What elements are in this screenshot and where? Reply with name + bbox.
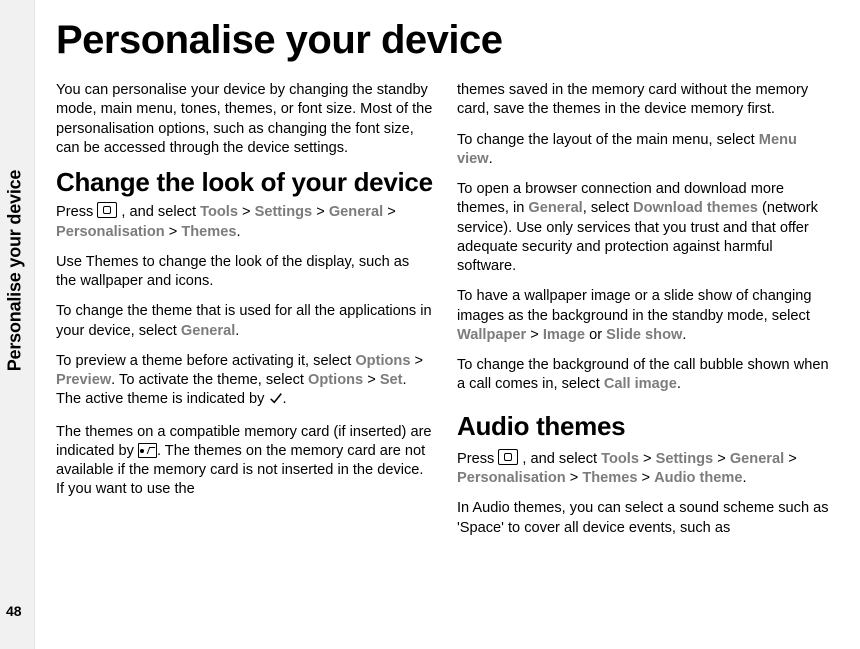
path-general: General <box>730 451 784 467</box>
sep: > <box>165 224 182 240</box>
path-tools: Tools <box>200 204 238 220</box>
sep: > <box>713 451 730 467</box>
option-options-2: Options <box>308 372 363 388</box>
option-preview: Preview <box>56 372 111 388</box>
two-column-layout: You can personalise your device by chang… <box>56 81 834 549</box>
period: . <box>677 376 681 392</box>
path-personalisation: Personalisation <box>457 470 566 486</box>
preview-theme-paragraph: To preview a theme before activating it,… <box>56 352 433 412</box>
option-general: General <box>181 323 235 339</box>
text: To preview a theme before activating it,… <box>56 353 355 369</box>
option-general: General <box>528 200 582 216</box>
menu-view-paragraph: To change the layout of the main menu, s… <box>457 131 834 170</box>
text: . To activate the theme, select <box>111 372 308 388</box>
sep: > <box>637 470 654 486</box>
sep: > <box>784 451 797 467</box>
path-themes: Themes <box>582 470 637 486</box>
checkmark-icon <box>269 391 283 411</box>
download-themes-paragraph: To open a browser connection and downloa… <box>457 180 834 276</box>
use-themes-paragraph: Use Themes to change the look of the dis… <box>56 253 433 292</box>
option-slide-show: Slide show <box>606 327 682 343</box>
option-image: Image <box>543 327 585 343</box>
left-column: You can personalise your device by chang… <box>56 81 433 549</box>
home-key-icon <box>498 449 518 465</box>
option-download-themes: Download themes <box>633 200 758 216</box>
sep: > <box>312 204 329 220</box>
memory-card-paragraph: The themes on a compatible memory card (… <box>56 423 433 500</box>
text: or <box>585 327 606 343</box>
period: . <box>236 224 240 240</box>
section-heading-change-look: Change the look of your device <box>56 169 433 196</box>
sep: > <box>383 204 396 220</box>
sep: > <box>639 451 656 467</box>
sep: > <box>363 372 380 388</box>
path-general: General <box>329 204 383 220</box>
path-audio-theme: Audio theme <box>654 470 742 486</box>
and-select-label: , and select <box>518 451 601 467</box>
period: . <box>489 151 493 167</box>
and-select-label: , and select <box>117 204 200 220</box>
wallpaper-paragraph: To have a wallpaper image or a slide sho… <box>457 287 834 345</box>
nav-path-paragraph: Press , and select Tools > Settings > Ge… <box>56 202 433 242</box>
option-wallpaper: Wallpaper <box>457 327 526 343</box>
path-personalisation: Personalisation <box>56 224 165 240</box>
call-image-paragraph: To change the background of the call bub… <box>457 356 834 395</box>
audio-nav-path-paragraph: Press , and select Tools > Settings > Ge… <box>457 449 834 489</box>
text: To change the layout of the main menu, s… <box>457 132 759 148</box>
intro-paragraph: You can personalise your device by chang… <box>56 81 433 158</box>
path-settings: Settings <box>255 204 313 220</box>
audio-themes-body: In Audio themes, you can select a sound … <box>457 499 834 538</box>
sep: > <box>566 470 583 486</box>
sep: > <box>410 353 423 369</box>
themes-saved-paragraph: themes saved in the memory card without … <box>457 81 834 120</box>
right-column: themes saved in the memory card without … <box>457 81 834 549</box>
path-tools: Tools <box>601 451 639 467</box>
text: , select <box>583 200 633 216</box>
press-label: Press <box>457 451 498 467</box>
option-set: Set <box>380 372 403 388</box>
text: To have a wallpaper image or a slide sho… <box>457 288 812 323</box>
memory-card-icon <box>138 443 157 458</box>
press-label: Press <box>56 204 97 220</box>
home-key-icon <box>97 202 117 218</box>
period: . <box>743 470 747 486</box>
path-settings: Settings <box>656 451 714 467</box>
section-heading-audio-themes: Audio themes <box>457 409 834 443</box>
change-theme-paragraph: To change the theme that is used for all… <box>56 302 433 341</box>
sep: > <box>238 204 255 220</box>
page-content: Personalise your device You can personal… <box>0 0 860 649</box>
period: . <box>235 323 239 339</box>
path-themes: Themes <box>181 224 236 240</box>
page-title: Personalise your device <box>56 18 834 63</box>
sep: > <box>526 327 543 343</box>
text: To change the theme that is used for all… <box>56 303 432 338</box>
period: . <box>283 391 287 407</box>
option-call-image: Call image <box>604 376 677 392</box>
period: . <box>682 327 686 343</box>
option-options: Options <box>355 353 410 369</box>
